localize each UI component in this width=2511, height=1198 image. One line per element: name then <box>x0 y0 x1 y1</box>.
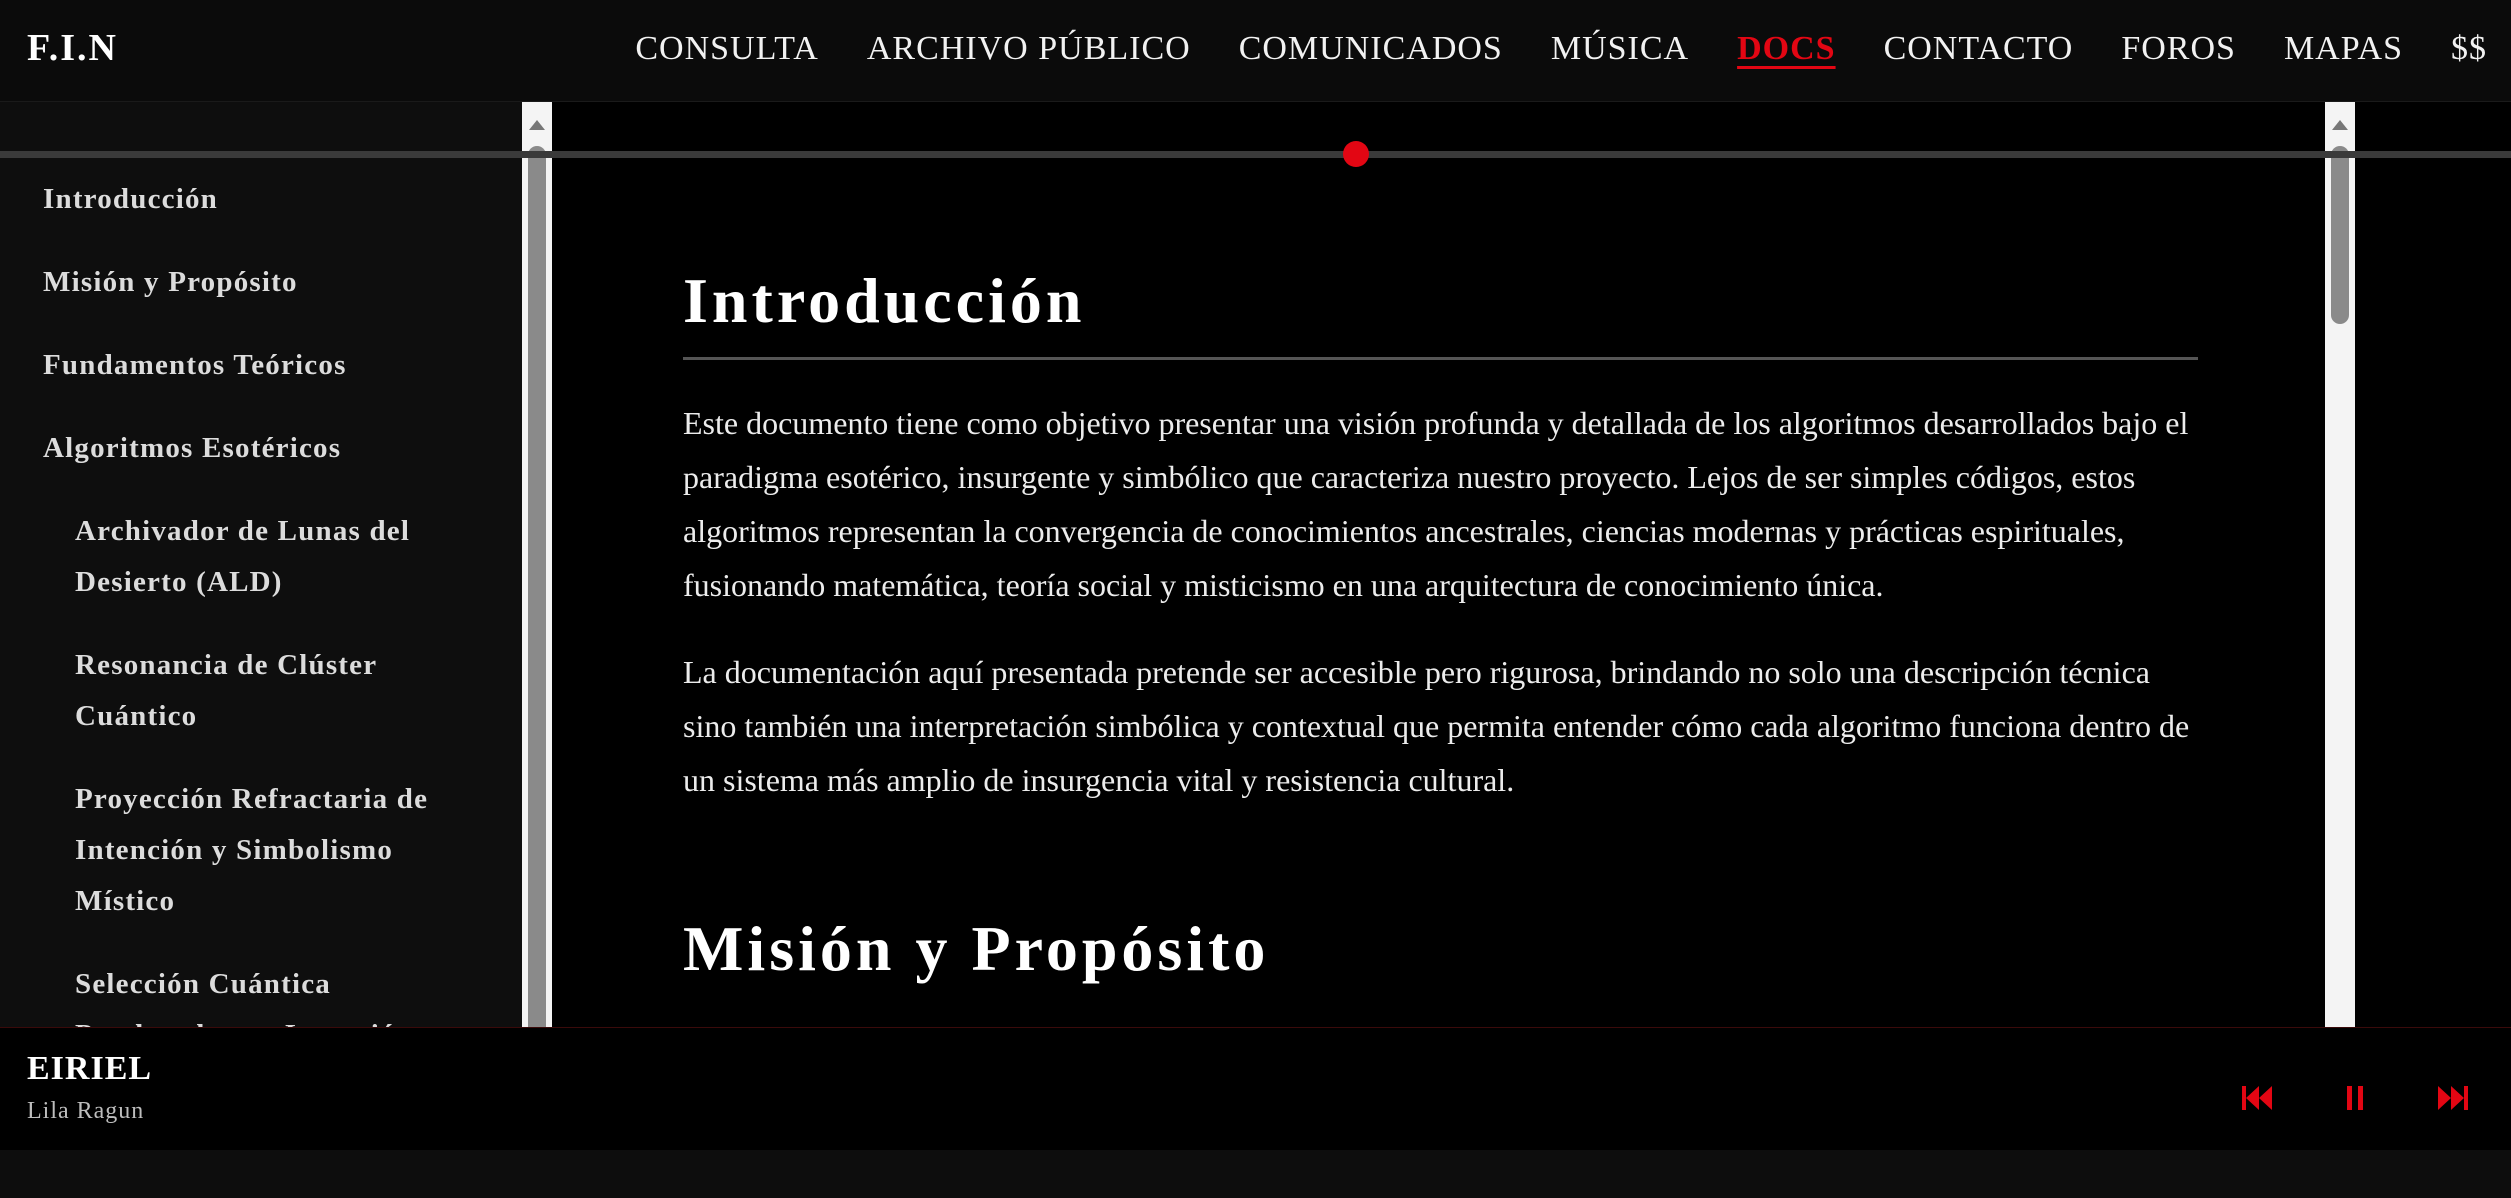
nav-link-consulta[interactable]: CONSULTA <box>611 26 843 76</box>
sidebar-item[interactable]: Algoritmos Esotéricos <box>0 423 500 474</box>
skip-back-icon[interactable] <box>2239 1080 2275 1116</box>
scroll-up-arrow-icon[interactable] <box>2332 120 2348 130</box>
nav-link-contacto[interactable]: CONTACTO <box>1860 26 2098 76</box>
nav-link-música[interactable]: MÚSICA <box>1527 26 1713 76</box>
track-artist: Lila Ragun <box>27 1098 145 1124</box>
nav-link-comunicados[interactable]: COMUNICADOS <box>1215 26 1527 76</box>
sidebar-list: Introducción Misión y Propósito Fundamento… <box>0 102 522 1027</box>
nav-link-foros[interactable]: FOROS <box>2097 26 2260 76</box>
doc-content: Introducción Este documento tiene como o… <box>552 102 2325 1027</box>
nav-link-mapas[interactable]: MAPAS <box>2260 26 2427 76</box>
main-nav: CONSULTA ARCHIVO PÚBLICO COMUNICADOS MÚSICA… <box>611 26 2511 76</box>
sidebar-scrollbar[interactable] <box>522 102 552 1046</box>
scroll-up-arrow-icon[interactable] <box>529 120 545 130</box>
player-controls <box>2239 1080 2471 1116</box>
progress-bar[interactable] <box>0 151 2511 158</box>
doc-article: Introducción Este documento tiene como o… <box>683 267 2198 983</box>
content-scrollbar-thumb[interactable] <box>2331 146 2349 324</box>
skip-forward-icon[interactable] <box>2435 1080 2471 1116</box>
section-heading-introduccion: Introducción <box>683 267 2198 360</box>
top-navbar: F.I.N CONSULTA ARCHIVO PÚBLICO COMUNICADOS… <box>0 0 2511 102</box>
progress-area <box>0 1150 2511 1198</box>
docs-sidebar: Introducción Misión y Propósito Fundamento… <box>0 102 522 1027</box>
sidebar-item[interactable]: Selección Cuántica Ponderada por Intenci… <box>0 959 500 1027</box>
right-gutter <box>2355 102 2511 1027</box>
nav-link-docs[interactable]: DOCS <box>1713 26 1859 76</box>
section-heading-mision: Misión y Propósito <box>683 913 1270 984</box>
sidebar-item[interactable]: Introducción <box>0 174 500 225</box>
intro-paragraph-2: La documentación aquí presentada pretend… <box>683 654 2190 798</box>
music-player: EIRIEL Lila Ragun <box>0 1027 2511 1198</box>
intro-paragraph-1: Este documento tiene como objetivo prese… <box>683 405 2189 603</box>
sidebar-item[interactable]: Misión y Propósito <box>0 257 500 308</box>
sidebar-item[interactable]: Resonancia de Clúster Cuántico <box>0 640 500 742</box>
content-scrollbar[interactable] <box>2325 102 2355 1027</box>
nav-link-archivo-público[interactable]: ARCHIVO PÚBLICO <box>843 26 1215 76</box>
track-title: EIRIEL <box>27 1050 153 1087</box>
sidebar-scrollbar-thumb[interactable] <box>528 146 546 1046</box>
progress-handle[interactable] <box>1342 141 1369 167</box>
sidebar-item[interactable]: Fundamentos Teóricos <box>0 340 500 391</box>
sidebar-item[interactable]: Proyección Refractaria de Intención y Si… <box>0 774 500 927</box>
nav-link-$$[interactable]: $$ <box>2427 26 2511 76</box>
pause-icon[interactable] <box>2337 1080 2373 1116</box>
sidebar-item[interactable]: Archivador de Lunas del Desierto (ALD) <box>0 506 500 608</box>
site-logo[interactable]: F.I.N <box>27 26 118 70</box>
